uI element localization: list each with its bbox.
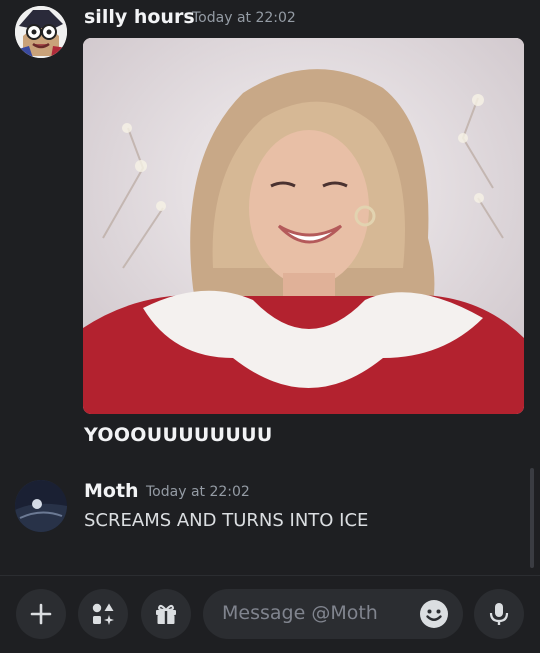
message-input-placeholder: Message @Moth bbox=[222, 602, 378, 624]
avatar-cartoon-icon bbox=[15, 6, 67, 58]
scrollbar[interactable] bbox=[530, 468, 534, 568]
message-author[interactable]: Moth bbox=[84, 480, 139, 502]
gift-button[interactable] bbox=[141, 589, 191, 639]
apps-icon bbox=[92, 603, 114, 625]
add-attachment-button[interactable] bbox=[16, 589, 66, 639]
avatar-night-sky-icon bbox=[15, 480, 67, 532]
message-input[interactable]: Message @Moth bbox=[203, 589, 463, 639]
emoji-button[interactable] bbox=[419, 599, 449, 633]
message-timestamp: Today at 22:02 bbox=[146, 484, 250, 500]
apps-button[interactable] bbox=[78, 589, 128, 639]
avatar[interactable] bbox=[15, 480, 67, 532]
message-timestamp: Today at 22:02 bbox=[192, 10, 296, 26]
message-text: SCREAMS AND TURNS INTO ICE bbox=[84, 510, 369, 531]
microphone-icon bbox=[489, 603, 509, 625]
plus-icon bbox=[30, 603, 52, 625]
message-author[interactable]: silly hours bbox=[84, 6, 195, 28]
avatar[interactable] bbox=[15, 6, 67, 58]
voice-message-button[interactable] bbox=[474, 589, 524, 639]
gift-icon bbox=[156, 604, 176, 624]
emoji-icon bbox=[420, 600, 448, 628]
gif-image-icon bbox=[83, 38, 524, 414]
message-caption: YOOOUUUUUUUU bbox=[84, 424, 273, 446]
gif-attachment[interactable] bbox=[83, 38, 524, 414]
